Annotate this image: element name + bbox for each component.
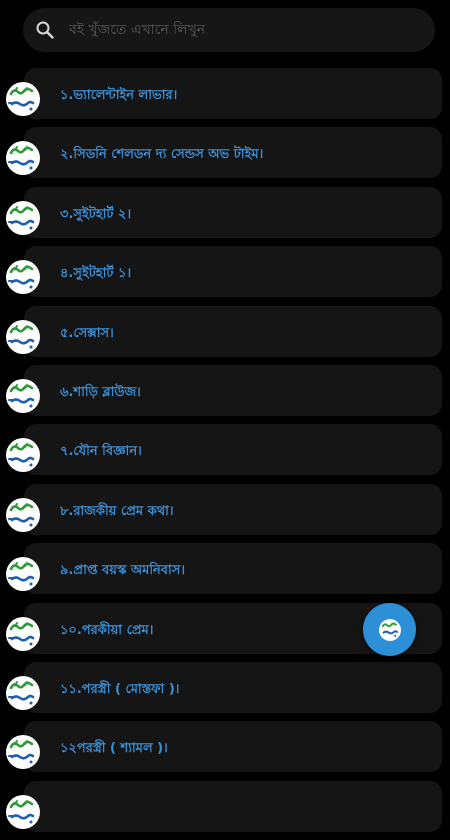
book-list-item[interactable]: ৬.শাড়ি ব্লাউজ। (0, 364, 450, 416)
boi-tong-logo-icon (6, 675, 40, 710)
book-list-item[interactable]: ৮.রাজকীয় প্রেম কথা। (0, 483, 450, 535)
boi-tong-logo-icon (6, 497, 40, 532)
book-title: ১১.পরস্ত্রী ( মোস্তফা )। (60, 681, 180, 697)
book-list-item[interactable]: ৯.প্রাপ্ত বয়স্ক অমনিবাস। (0, 543, 450, 595)
book-title: ৪.সুইটহার্ট ১। (60, 266, 132, 282)
boi-tong-logo-icon (6, 82, 40, 116)
search-input[interactable] (67, 21, 401, 39)
book-list: ১.ভ্যালেন্টাইন লাভার। ২.সিডনি শেলডন দ্য স… (0, 68, 450, 840)
book-card[interactable] (24, 780, 442, 832)
boi-tong-logo-icon (6, 557, 40, 592)
book-title: ১২পরস্ত্রী ( শ্যামল )। (60, 741, 168, 757)
book-title: ২.সিডনি শেলডন দ্য সেন্ডস অভ টাইম। (60, 147, 264, 163)
book-list-item[interactable]: ১২পরস্ত্রী ( শ্যামল )। (0, 721, 450, 773)
book-title: ৩.সুইটহার্ট ২। (60, 206, 132, 222)
book-list-item[interactable]: ৫.সেক্সাস। (0, 305, 450, 357)
book-list-item[interactable]: ৭.যৌন বিজ্ঞান। (0, 424, 450, 476)
book-list-item[interactable]: ৪.সুইটহার্ট ১। (0, 246, 450, 298)
book-title: ৮.রাজকীয় প্রেম কথা। (60, 503, 174, 519)
book-title: ৯.প্রাপ্ত বয়স্ক অমনিবাস। (60, 563, 186, 579)
book-list-item[interactable] (0, 780, 450, 832)
book-list-item[interactable]: ৩.সুইটহার্ট ২। (0, 186, 450, 238)
book-list-item[interactable]: ১১.পরস্ত্রী ( মোস্তফা )। (0, 661, 450, 713)
boi-tong-logo-icon (6, 616, 40, 651)
book-title: ৭.যৌন বিজ্ঞান। (60, 444, 142, 460)
boi-tong-logo-icon (378, 618, 401, 641)
book-title: ১.ভ্যালেন্টাইন লাভার। (60, 88, 178, 103)
search-bar[interactable] (23, 8, 435, 52)
book-title: ৫.সেক্সাস। (60, 325, 114, 341)
floating-action-button[interactable] (363, 603, 416, 656)
boi-tong-logo-icon (6, 378, 40, 413)
boi-tong-logo-icon (6, 200, 40, 235)
book-title: ৬.শাড়ি ব্লাউজ। (60, 384, 141, 400)
search-icon[interactable] (35, 20, 55, 40)
book-title: ১০.পরকীয়া প্রেম। (60, 622, 154, 638)
book-list-item[interactable]: ২.সিডনি শেলডন দ্য সেন্ডস অভ টাইম। (0, 127, 450, 179)
boi-tong-logo-icon (6, 319, 40, 354)
book-list-item[interactable]: ১.ভ্যালেন্টাইন লাভার। (0, 68, 450, 119)
boi-tong-logo-icon (6, 260, 40, 295)
